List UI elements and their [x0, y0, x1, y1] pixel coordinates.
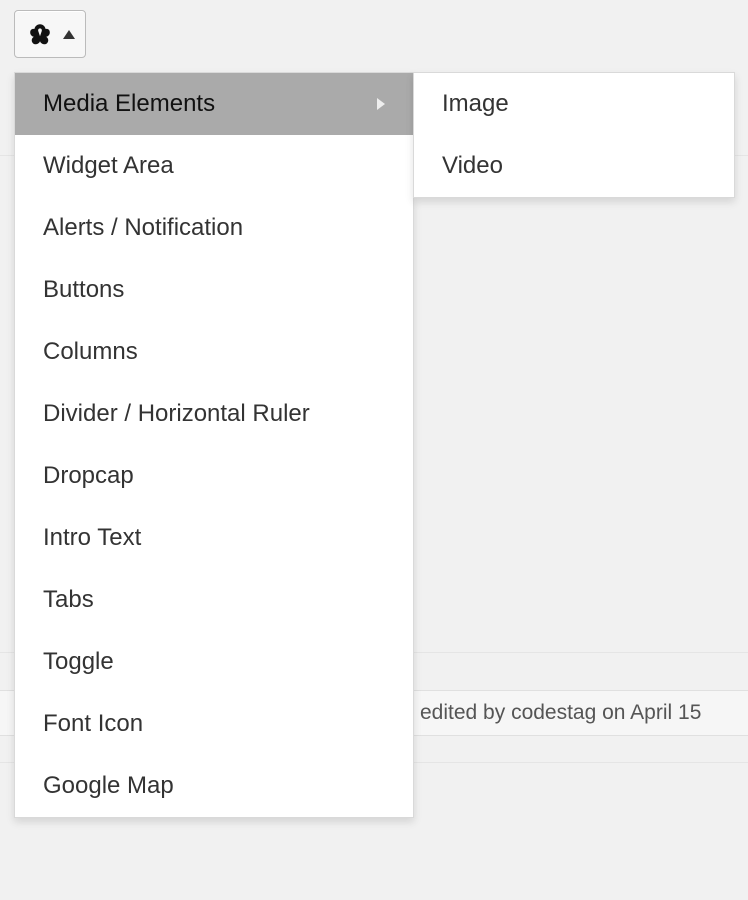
- submenu-item-image[interactable]: Image: [414, 73, 734, 135]
- menu-item-buttons[interactable]: Buttons: [15, 259, 413, 321]
- chevron-up-icon: [63, 30, 75, 39]
- submenu-item-label: Image: [442, 90, 509, 117]
- menu-item-dropcap[interactable]: Dropcap: [15, 445, 413, 507]
- menu-item-label: Buttons: [43, 276, 124, 304]
- menu-item-label: Divider / Horizontal Ruler: [43, 400, 310, 428]
- menu-item-intro-text[interactable]: Intro Text: [15, 507, 413, 569]
- antler-icon: [25, 19, 55, 49]
- menu-item-columns[interactable]: Columns: [15, 321, 413, 383]
- menu-item-label: Intro Text: [43, 524, 141, 552]
- menu-item-google-map[interactable]: Google Map: [15, 755, 413, 817]
- menu-item-label: Widget Area: [43, 152, 174, 180]
- menu-item-label: Google Map: [43, 772, 174, 800]
- menu-item-label: Media Elements: [43, 90, 215, 118]
- menu-item-label: Tabs: [43, 586, 94, 614]
- shortcode-dropdown-button[interactable]: [14, 10, 86, 58]
- submenu-item-label: Video: [442, 152, 503, 179]
- menu-item-label: Columns: [43, 338, 138, 366]
- menu-item-divider[interactable]: Divider / Horizontal Ruler: [15, 383, 413, 445]
- menu-item-font-icon[interactable]: Font Icon: [15, 693, 413, 755]
- menu-item-alerts-notification[interactable]: Alerts / Notification: [15, 197, 413, 259]
- menu-item-label: Font Icon: [43, 710, 143, 738]
- submenu-item-video[interactable]: Video: [414, 135, 734, 197]
- menu-item-toggle[interactable]: Toggle: [15, 631, 413, 693]
- chevron-right-icon: [377, 98, 385, 110]
- menu-item-label: Dropcap: [43, 462, 134, 490]
- menu-item-tabs[interactable]: Tabs: [15, 569, 413, 631]
- shortcode-menu: Media Elements Widget Area Alerts / Noti…: [14, 72, 414, 818]
- status-text: edited by codestag on April 15: [420, 701, 701, 725]
- menu-item-label: Toggle: [43, 648, 114, 676]
- menu-item-label: Alerts / Notification: [43, 214, 243, 242]
- menu-item-media-elements[interactable]: Media Elements: [15, 73, 413, 135]
- menu-item-widget-area[interactable]: Widget Area: [15, 135, 413, 197]
- shortcode-submenu: Image Video: [413, 72, 735, 198]
